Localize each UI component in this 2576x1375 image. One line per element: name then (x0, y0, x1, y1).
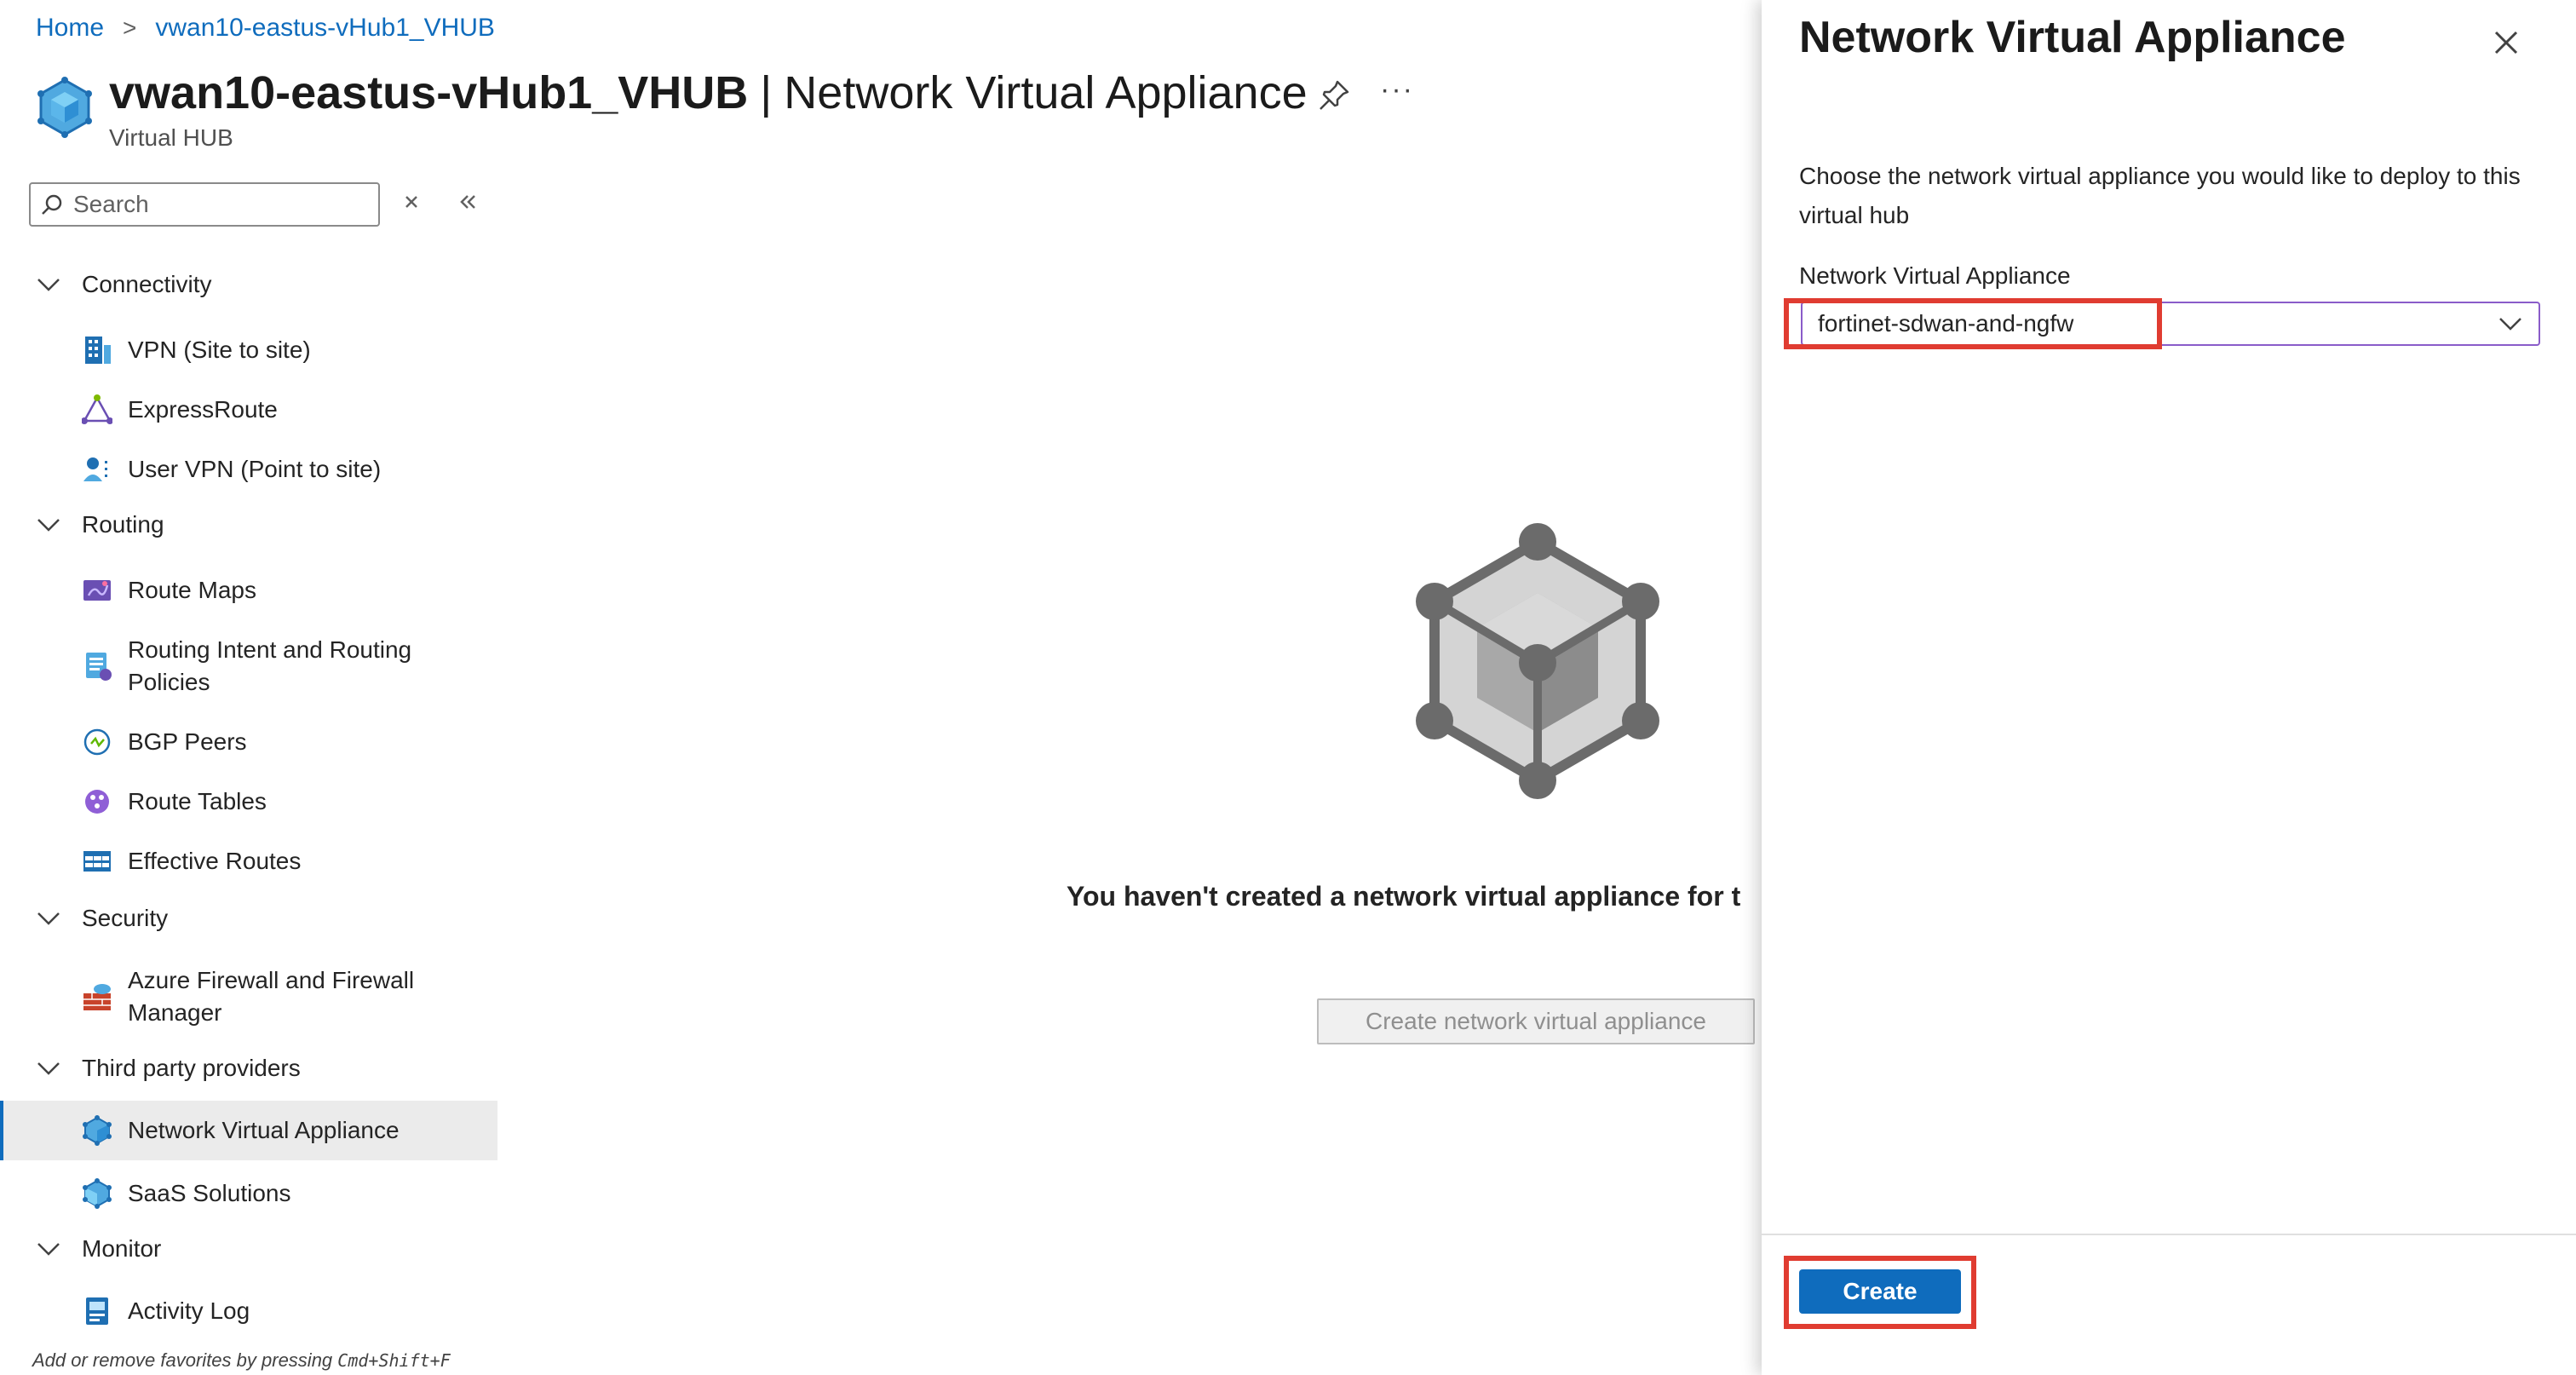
section-routing[interactable]: Routing (36, 511, 164, 538)
sidebar-item-label: Route Tables (128, 788, 267, 814)
sidebar-item-effective-routes[interactable]: Effective Routes (0, 845, 497, 877)
sidebar-item-bgp-peers[interactable]: BGP Peers (0, 726, 497, 758)
title-separator: | (760, 67, 773, 118)
sidebar-item-label: Routing Intent and Routing Policies (128, 636, 412, 695)
sidebar-item-label: Activity Log (128, 1297, 250, 1324)
breadcrumb-separator: > (123, 14, 137, 41)
section-label: Connectivity (82, 271, 212, 297)
firewall-icon (83, 984, 111, 1010)
create-nva-button[interactable]: Create network virtual appliance (1317, 998, 1755, 1044)
sidebar-item-route-tables[interactable]: Route Tables (0, 785, 497, 818)
nva-field-label: Network Virtual Appliance (1799, 262, 2071, 289)
sidebar-item-label: User VPN (Point to site) (128, 456, 382, 482)
chevron-down-icon (37, 1062, 60, 1075)
nva-side-panel: Network Virtual Appliance Choose the net… (1762, 0, 2576, 1375)
more-options-icon[interactable]: ··· (1380, 73, 1414, 106)
breadcrumb-hub-link[interactable]: vwan10-eastus-vHub1_VHUB (155, 14, 495, 43)
route-tables-icon (85, 790, 109, 814)
sidebar-item-activity-log[interactable]: Activity Log (0, 1295, 497, 1327)
dropdown-highlight-box (1784, 298, 2162, 349)
section-label: Routing (82, 511, 164, 538)
chevron-down-icon (37, 912, 60, 925)
favorites-hint: Add or remove favorites by pressing Cmd+… (32, 1349, 451, 1372)
sidebar-item-label: SaaS Solutions (128, 1180, 291, 1206)
sidebar-item-routing-intent[interactable]: Routing Intent and Routing Policies (0, 634, 497, 702)
routing-policy-icon (86, 653, 112, 681)
sidebar-item-user-vpn[interactable]: User VPN (Point to site) (0, 453, 497, 486)
create-highlight-box (1784, 1256, 1976, 1329)
section-connectivity[interactable]: Connectivity (36, 271, 212, 298)
clear-search-icon[interactable] (399, 189, 424, 215)
sidebar-item-azure-firewall[interactable]: Azure Firewall and Firewall Manager (0, 964, 497, 1033)
section-label: Security (82, 905, 169, 931)
close-icon[interactable] (2489, 26, 2523, 60)
search-icon (42, 194, 62, 215)
user-vpn-icon (83, 457, 107, 481)
section-monitor[interactable]: Monitor (36, 1235, 161, 1263)
sidebar-item-label: Network Virtual Appliance (128, 1117, 400, 1143)
search-input[interactable] (72, 190, 365, 219)
saas-icon (83, 1178, 112, 1209)
collapse-sidebar-icon[interactable] (455, 189, 480, 215)
nva-icon (83, 1115, 112, 1146)
sidebar-item-expressroute[interactable]: ExpressRoute (0, 394, 497, 426)
chevron-down-icon (2499, 318, 2521, 331)
sidebar-item-label: VPN (Site to site) (128, 337, 311, 363)
resource-name: vwan10-eastus-vHub1_VHUB (109, 67, 749, 118)
effective-routes-icon (83, 851, 111, 872)
panel-title: Network Virtual Appliance (1799, 13, 2346, 62)
chevron-down-icon (37, 519, 60, 532)
bgp-peers-icon (83, 728, 111, 756)
sidebar-item-label: ExpressRoute (128, 396, 278, 423)
vpn-building-icon (85, 337, 111, 364)
favorites-hint-shortcut: Cmd+Shift+F (337, 1350, 451, 1371)
chevron-down-icon (37, 1243, 60, 1256)
empty-state-message: You haven't created a network virtual ap… (1067, 881, 1741, 912)
sidebar-item-saas-solutions[interactable]: SaaS Solutions (0, 1177, 497, 1210)
panel-description: Choose the network virtual appliance you… (1799, 163, 2521, 228)
sidebar-item-label: Azure Firewall and Firewall Manager (128, 967, 415, 1026)
section-third-party-providers[interactable]: Third party providers (36, 1055, 301, 1082)
breadcrumb: Home > vwan10-eastus-vHub1_VHUB (36, 14, 495, 43)
expressroute-icon (82, 394, 112, 424)
section-label: Monitor (82, 1235, 162, 1262)
route-maps-icon (83, 580, 111, 601)
sidebar-item-vpn-site-to-site[interactable]: VPN (Site to site) (0, 334, 497, 366)
section-label: Third party providers (82, 1055, 301, 1081)
pin-icon[interactable] (1317, 78, 1351, 112)
sidebar-item-label: BGP Peers (128, 728, 247, 755)
sidebar-item-label: Effective Routes (128, 848, 302, 874)
sidebar-item-label: Route Maps (128, 577, 256, 603)
page-name: Network Virtual Appliance (784, 67, 1308, 118)
page-title: vwan10-eastus-vHub1_VHUB | Network Virtual… (109, 66, 1308, 119)
page-subtitle: Virtual HUB (109, 124, 233, 151)
search-box[interactable] (29, 182, 380, 227)
network-virtual-appliance-illustration-icon (1416, 523, 1659, 799)
breadcrumb-home-link[interactable]: Home (36, 14, 104, 43)
activity-log-icon (86, 1297, 108, 1325)
sidebar-item-route-maps[interactable]: Route Maps (0, 574, 497, 607)
sidebar-item-network-virtual-appliance[interactable]: Network Virtual Appliance (0, 1101, 497, 1160)
virtual-hub-icon (37, 77, 92, 138)
favorites-hint-text: Add or remove favorites by pressing (32, 1349, 338, 1371)
chevron-down-icon (37, 279, 60, 291)
section-security[interactable]: Security (36, 905, 168, 932)
panel-footer-divider (1762, 1234, 2576, 1235)
